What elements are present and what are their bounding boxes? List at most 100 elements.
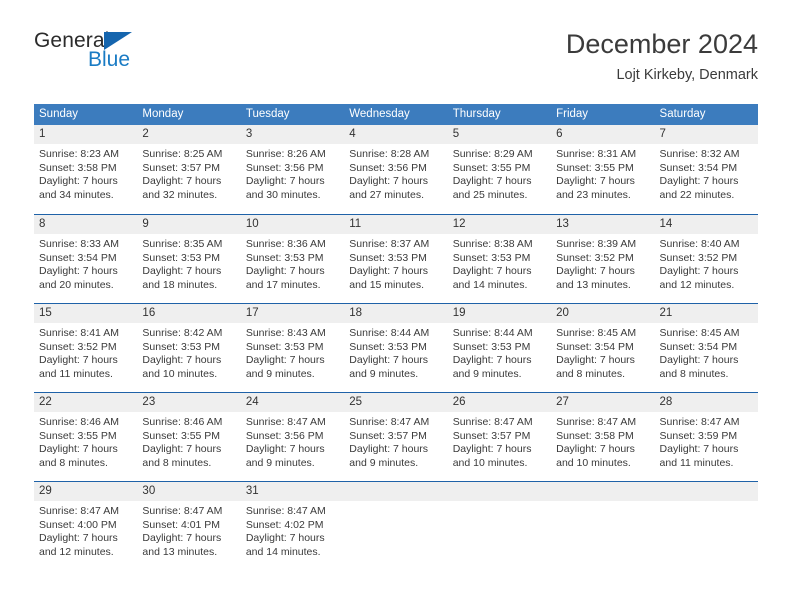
calendar-day-cell[interactable]: 17 Sunrise: 8:43 AM Sunset: 3:53 PM Dayligh… — [240, 304, 345, 392]
daylight-text-line1: Daylight: 7 hours — [142, 175, 222, 188]
calendar-day-cell[interactable]: 13 Sunrise: 8:39 AM Sunset: 3:52 PM Dayligh… — [551, 215, 655, 303]
calendar-day-cell[interactable]: 2 Sunrise: 8:25 AM Sunset: 3:57 PM Daylight… — [137, 125, 241, 214]
calendar-day-cell[interactable]: 12 Sunrise: 8:38 AM Sunset: 3:53 PM Dayligh… — [447, 215, 552, 303]
day-number: 15 — [34, 304, 138, 323]
calendar-day-cell[interactable]: 26 Sunrise: 8:47 AM Sunset: 3:57 PM Dayligh… — [447, 393, 552, 481]
calendar-day-cell[interactable]: 10 Sunrise: 8:36 AM Sunset: 3:53 PM Dayligh… — [240, 215, 345, 303]
calendar-day-cell[interactable]: 4 Sunrise: 8:28 AM Sunset: 3:56 PM Daylight… — [344, 125, 448, 214]
calendar-day-cell-empty — [551, 482, 655, 570]
sunset-text: Sunset: 3:54 PM — [556, 340, 634, 353]
daylight-text-line2: and 9 minutes. — [245, 367, 315, 380]
calendar-day-cell[interactable]: 6 Sunrise: 8:31 AM Sunset: 3:55 PM Daylight… — [551, 125, 655, 214]
calendar-day-cell[interactable]: 21 Sunrise: 8:45 AM Sunset: 3:54 PM Dayligh… — [654, 304, 758, 392]
daylight-text-line1: Daylight: 7 hours — [556, 354, 635, 367]
calendar-table: Sunday Monday Tuesday Wednesday Thursday Frid… — [34, 104, 758, 570]
daylight-text-line2: and 13 minutes. — [556, 278, 631, 291]
sunrise-text: Sunrise: 8:36 AM — [245, 238, 326, 250]
daylight-text-line2: and 8 minutes. — [659, 367, 729, 380]
sunrise-text: Sunrise: 8:44 AM — [452, 327, 533, 339]
daylight-text-line2: and 27 minutes. — [349, 188, 424, 201]
sunrise-text: Sunrise: 8:46 AM — [142, 416, 223, 428]
daylight-text-line2: and 17 minutes. — [245, 278, 321, 291]
calendar-day-cell[interactable]: 19 Sunrise: 8:44 AM Sunset: 3:53 PM Dayligh… — [447, 304, 552, 392]
calendar-day-cell[interactable]: 7 Sunrise: 8:32 AM Sunset: 3:54 PM Daylight… — [654, 125, 758, 214]
weekday-header-friday: Friday — [556, 108, 589, 120]
sunset-text: Sunset: 3:52 PM — [556, 251, 634, 264]
calendar-weeks: 1 Sunrise: 8:23 AM Sunset: 3:58 PM Daylight… — [34, 125, 758, 570]
sunrise-text: Sunrise: 8:26 AM — [245, 148, 326, 160]
calendar-day-cell[interactable]: 3 Sunrise: 8:26 AM Sunset: 3:56 PM Daylight… — [240, 125, 345, 214]
day-details: Sunrise: 8:41 AM Sunset: 3:52 PM Daylight:… — [34, 323, 137, 381]
sunset-text: Sunset: 3:56 PM — [245, 161, 324, 174]
day-number: 7 — [654, 125, 758, 144]
calendar-day-cell[interactable]: 24 Sunrise: 8:47 AM Sunset: 3:56 PM Dayligh… — [240, 393, 345, 481]
page-title: December 2024 — [565, 29, 758, 59]
day-number: 28 — [654, 393, 758, 412]
calendar-day-cell[interactable]: 29 Sunrise: 8:47 AM Sunset: 4:00 PM Dayligh… — [34, 482, 138, 570]
calendar-day-cell[interactable]: 11 Sunrise: 8:37 AM Sunset: 3:53 PM Dayligh… — [344, 215, 448, 303]
day-details: Sunrise: 8:26 AM Sunset: 3:56 PM Daylight:… — [241, 144, 344, 202]
day-number: 2 — [137, 125, 241, 144]
calendar-page: General Blue December 2024 Lojt Kirkeby,… — [0, 0, 792, 612]
page-header: General Blue December 2024 Lojt Kirkeby,… — [0, 0, 792, 83]
calendar-day-cell[interactable]: 27 Sunrise: 8:47 AM Sunset: 3:58 PM Dayligh… — [551, 393, 655, 481]
sunset-text: Sunset: 4:00 PM — [39, 518, 117, 531]
daylight-text-line1: Daylight: 7 hours — [452, 265, 532, 278]
daylight-text-line2: and 9 minutes. — [349, 456, 419, 469]
calendar-week-row: 8 Sunrise: 8:33 AM Sunset: 3:54 PM Daylight… — [34, 214, 758, 303]
sunrise-text: Sunrise: 8:32 AM — [659, 148, 740, 160]
day-details: Sunrise: 8:25 AM Sunset: 3:57 PM Daylight:… — [137, 144, 240, 202]
sunrise-text: Sunrise: 8:47 AM — [245, 416, 326, 428]
calendar-day-cell[interactable]: 23 Sunrise: 8:46 AM Sunset: 3:55 PM Dayligh… — [137, 393, 241, 481]
calendar-day-cell[interactable]: 31 Sunrise: 8:47 AM Sunset: 4:02 PM Dayligh… — [240, 482, 345, 570]
week-inner: 29 Sunrise: 8:47 AM Sunset: 4:00 PM Dayligh… — [34, 482, 758, 570]
calendar-day-cell[interactable]: 16 Sunrise: 8:42 AM Sunset: 3:53 PM Dayligh… — [137, 304, 241, 392]
calendar-day-cell[interactable]: 18 Sunrise: 8:44 AM Sunset: 3:53 PM Dayligh… — [344, 304, 448, 392]
calendar-day-cell-empty — [344, 482, 448, 570]
daylight-text-line2: and 15 minutes. — [349, 278, 424, 291]
daylight-text-line1: Daylight: 7 hours — [659, 175, 739, 188]
calendar-week-row: 1 Sunrise: 8:23 AM Sunset: 3:58 PM Daylight… — [34, 125, 758, 214]
calendar-day-cell[interactable]: 8 Sunrise: 8:33 AM Sunset: 3:54 PM Daylight… — [34, 215, 138, 303]
calendar-day-cell[interactable]: 30 Sunrise: 8:47 AM Sunset: 4:01 PM Dayligh… — [137, 482, 241, 570]
sunrise-text: Sunrise: 8:23 AM — [39, 148, 119, 160]
sunset-text: Sunset: 3:58 PM — [39, 161, 117, 174]
calendar-day-cell[interactable]: 25 Sunrise: 8:47 AM Sunset: 3:57 PM Dayligh… — [344, 393, 448, 481]
daylight-text-line2: and 14 minutes. — [245, 545, 321, 558]
daylight-text-line1: Daylight: 7 hours — [142, 532, 222, 545]
sunrise-text: Sunrise: 8:47 AM — [142, 505, 223, 517]
sunrise-text: Sunrise: 8:47 AM — [659, 416, 740, 428]
sunset-text: Sunset: 3:53 PM — [142, 251, 221, 264]
day-details — [448, 501, 551, 505]
sunrise-text: Sunrise: 8:46 AM — [39, 416, 119, 428]
sunrise-text: Sunrise: 8:31 AM — [556, 148, 637, 160]
calendar-day-cell[interactable]: 14 Sunrise: 8:40 AM Sunset: 3:52 PM Dayligh… — [654, 215, 758, 303]
brand-logo[interactable]: General Blue — [34, 30, 254, 76]
calendar-day-cell[interactable]: 1 Sunrise: 8:23 AM Sunset: 3:58 PM Daylight… — [34, 125, 138, 214]
sunset-text: Sunset: 3:53 PM — [349, 251, 427, 264]
sunrise-text: Sunrise: 8:25 AM — [142, 148, 223, 160]
calendar-day-cell[interactable]: 9 Sunrise: 8:35 AM Sunset: 3:53 PM Daylight… — [137, 215, 241, 303]
sunset-text: Sunset: 3:57 PM — [142, 161, 221, 174]
day-number: 25 — [344, 393, 448, 412]
daylight-text-line2: and 13 minutes. — [142, 545, 218, 558]
sunrise-text: Sunrise: 8:40 AM — [659, 238, 740, 250]
daylight-text-line2: and 12 minutes. — [659, 278, 735, 291]
sunset-text: Sunset: 3:52 PM — [659, 251, 738, 264]
calendar-day-cell[interactable]: 28 Sunrise: 8:47 AM Sunset: 3:59 PM Dayligh… — [654, 393, 758, 481]
calendar-day-cell[interactable]: 15 Sunrise: 8:41 AM Sunset: 3:52 PM Dayligh… — [34, 304, 138, 392]
day-details: Sunrise: 8:47 AM Sunset: 3:57 PM Daylight:… — [448, 412, 551, 470]
calendar-day-cell[interactable]: 20 Sunrise: 8:45 AM Sunset: 3:54 PM Dayligh… — [551, 304, 655, 392]
calendar-day-cell[interactable]: 22 Sunrise: 8:46 AM Sunset: 3:55 PM Dayligh… — [34, 393, 138, 481]
day-number — [654, 482, 758, 501]
weekday-header-tuesday: Tuesday — [245, 108, 290, 120]
day-number: 23 — [137, 393, 241, 412]
day-number: 5 — [447, 125, 552, 144]
sunset-text: Sunset: 3:57 PM — [452, 429, 531, 442]
sunset-text: Sunset: 3:57 PM — [349, 429, 427, 442]
weekday-header-row: Sunday Monday Tuesday Wednesday Thursday Frid… — [34, 104, 758, 125]
daylight-text-line1: Daylight: 7 hours — [349, 354, 429, 367]
calendar-day-cell[interactable]: 5 Sunrise: 8:29 AM Sunset: 3:55 PM Daylight… — [447, 125, 552, 214]
day-number: 14 — [654, 215, 758, 234]
daylight-text-line2: and 30 minutes. — [245, 188, 321, 201]
